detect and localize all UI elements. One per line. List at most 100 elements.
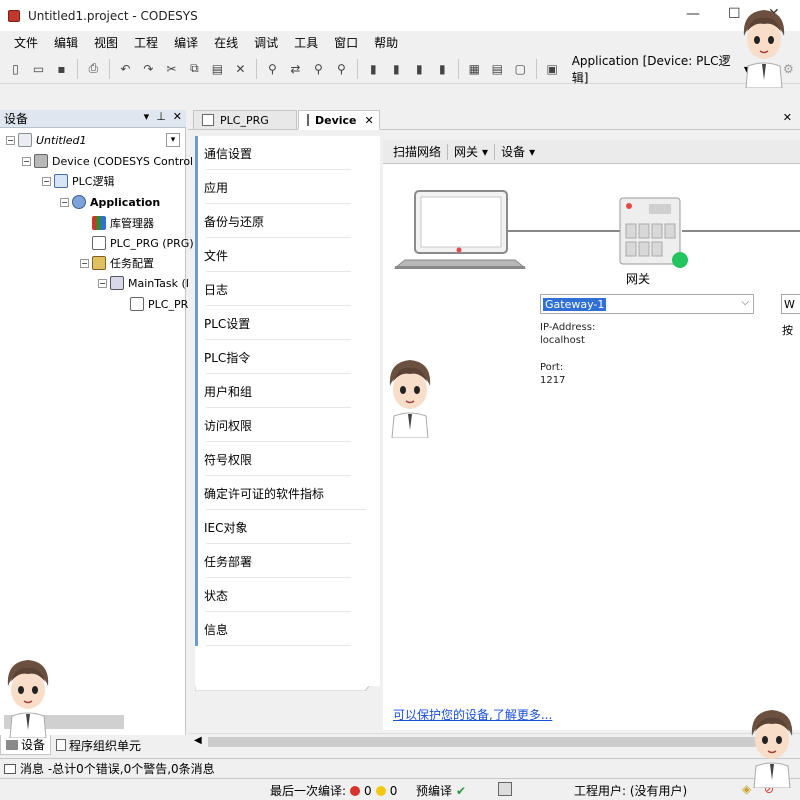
nav-access-rights[interactable]: 访问权限 bbox=[195, 408, 355, 442]
delete-icon[interactable]: ✕ bbox=[231, 59, 250, 79]
scroll-left-icon[interactable]: ◀ bbox=[194, 735, 202, 746]
add-object-icon[interactable]: ▤ bbox=[488, 59, 507, 79]
properties-icon[interactable]: ▢ bbox=[511, 59, 530, 79]
protect-device-link[interactable]: 可以保护您的设备,了解更多... bbox=[393, 706, 552, 723]
collapse-icon[interactable]: − bbox=[80, 258, 89, 268]
scan-network-button[interactable]: 扫描网络 bbox=[387, 143, 447, 160]
tree-row-device[interactable]: − Device (CODESYS Control W bbox=[22, 151, 207, 171]
bookmark-icon[interactable]: ▮ bbox=[364, 59, 383, 79]
active-application-selector[interactable]: Application [Device: PLC逻辑] ▾ bbox=[568, 52, 754, 86]
new-file-icon[interactable]: ▯ bbox=[6, 59, 25, 79]
nav-applications[interactable]: 应用 bbox=[195, 170, 355, 204]
tree-label: Device (CODESYS Control W bbox=[52, 154, 208, 168]
tab-label: 程序组织单元 bbox=[69, 738, 142, 753]
nav-backup-restore[interactable]: 备份与还原 bbox=[195, 204, 355, 238]
editor-horizontal-scrollbar[interactable]: ◀ bbox=[188, 733, 800, 749]
tree-dropdown-icon[interactable]: ▾ bbox=[166, 133, 180, 147]
nav-licensed-software-metrics[interactable]: 确定许可证的软件指标 bbox=[195, 476, 370, 510]
collapse-icon[interactable]: − bbox=[6, 135, 15, 145]
tree-label: PLC逻辑 bbox=[72, 175, 115, 188]
menu-window[interactable]: 窗口 bbox=[326, 34, 366, 51]
redo-icon[interactable]: ↷ bbox=[139, 59, 158, 79]
find-icon[interactable]: ⚲ bbox=[263, 59, 282, 79]
bookmark-prev-icon[interactable]: ▮ bbox=[410, 59, 429, 79]
tree-row-task-config[interactable]: − 任务配置 bbox=[80, 253, 154, 273]
online-config-icon[interactable] bbox=[498, 782, 512, 796]
tab-close-icon[interactable]: ✕ bbox=[365, 114, 374, 127]
collapse-icon[interactable]: − bbox=[42, 176, 51, 186]
tab-plc-prg[interactable]: PLC_PRG bbox=[193, 110, 297, 130]
tree-row-project[interactable]: − Untitled1 ▾ bbox=[6, 130, 182, 150]
device-config-icon[interactable]: ▦ bbox=[465, 59, 484, 79]
tree-label: 任务配置 bbox=[110, 257, 154, 270]
print-icon[interactable]: ⎙ bbox=[84, 59, 103, 79]
copy-icon[interactable]: ⧉ bbox=[185, 59, 204, 79]
tab-device[interactable]: Device ✕ bbox=[298, 110, 380, 130]
tree-row-program-call[interactable]: PLC_PR bbox=[130, 294, 188, 314]
find-next-icon[interactable]: ⚲ bbox=[332, 59, 351, 79]
bookmark-next-icon[interactable]: ▮ bbox=[387, 59, 406, 79]
nav-plc-settings[interactable]: PLC设置 bbox=[195, 306, 355, 340]
collapse-icon[interactable]: − bbox=[60, 197, 69, 207]
scrollbar-thumb[interactable] bbox=[208, 737, 768, 747]
computer-icon[interactable] bbox=[393, 190, 527, 269]
nav-task-deployment[interactable]: 任务部署 bbox=[195, 544, 355, 578]
gateway-menu-button[interactable]: 网关 ▾ bbox=[448, 143, 494, 160]
nav-symbol-rights[interactable]: 符号权限 bbox=[195, 442, 355, 476]
cut-icon[interactable]: ✂ bbox=[162, 59, 181, 79]
nav-log[interactable]: 日志 bbox=[195, 272, 355, 306]
collapse-icon[interactable]: − bbox=[98, 278, 107, 288]
pin-icon[interactable]: ⊥ bbox=[156, 110, 166, 123]
tree-label: Application bbox=[90, 195, 161, 209]
gateway-device-icon[interactable] bbox=[619, 197, 681, 265]
warning-icon bbox=[375, 785, 386, 796]
devices-tab-icon bbox=[6, 739, 18, 750]
menu-online[interactable]: 在线 bbox=[206, 34, 246, 51]
nav-plc-shell[interactable]: PLC指令 bbox=[195, 340, 355, 374]
nav-iec-objects[interactable]: IEC对象 bbox=[195, 510, 355, 544]
collapse-icon[interactable]: − bbox=[22, 156, 31, 166]
message-bar[interactable]: 消息 -总计0个错误,0个警告,0条消息 bbox=[0, 758, 800, 778]
menu-build[interactable]: 编译 bbox=[166, 34, 206, 51]
menu-help[interactable]: 帮助 bbox=[366, 34, 406, 51]
panel-menu-icon[interactable]: ▾ bbox=[144, 110, 150, 123]
find-in-project-icon[interactable]: ⚲ bbox=[309, 59, 328, 79]
nav-status[interactable]: 状态 bbox=[195, 578, 355, 612]
tab-pou[interactable]: 程序组织单元 bbox=[51, 735, 146, 755]
save-icon[interactable]: ▪ bbox=[52, 59, 71, 79]
menu-file[interactable]: 文件 bbox=[6, 34, 46, 51]
replace-icon[interactable]: ⇄ bbox=[286, 59, 305, 79]
tree-row-plc-logic[interactable]: − PLC逻辑 bbox=[42, 171, 114, 191]
nav-files[interactable]: 文件 bbox=[195, 238, 355, 272]
error-icon bbox=[350, 785, 361, 796]
undo-icon[interactable]: ↶ bbox=[116, 59, 135, 79]
menu-view[interactable]: 视图 bbox=[86, 34, 126, 51]
device-menu-button[interactable]: 设备 ▾ bbox=[495, 143, 541, 160]
tree-row-application[interactable]: − Application bbox=[60, 192, 160, 212]
close-all-tabs-icon[interactable]: ✕ bbox=[783, 111, 792, 124]
nav-communication-settings[interactable]: 通信设置 bbox=[195, 136, 355, 170]
menu-tools[interactable]: 工具 bbox=[286, 34, 326, 51]
comm-toolbar: 扫描网络 网关 ▾ 设备 ▾ bbox=[383, 140, 800, 164]
menu-edit[interactable]: 编辑 bbox=[46, 34, 86, 51]
gateway-selected-value: Gateway-1 bbox=[543, 297, 607, 311]
application-icon[interactable]: ▣ bbox=[543, 59, 562, 79]
tab-devices[interactable]: 设备 bbox=[0, 735, 52, 755]
tree-row-maintask[interactable]: − MainTask (I bbox=[98, 273, 189, 293]
menu-project[interactable]: 工程 bbox=[126, 34, 166, 51]
open-folder-icon[interactable]: ▭ bbox=[29, 59, 48, 79]
panel-close-icon[interactable]: ✕ bbox=[173, 110, 182, 123]
task-config-icon bbox=[92, 256, 106, 270]
precompile-status[interactable]: 预编译 ✔ bbox=[416, 782, 466, 799]
nav-users-groups[interactable]: 用户和组 bbox=[195, 374, 355, 408]
nav-information[interactable]: 信息 bbox=[195, 612, 355, 646]
device-select[interactable]: W bbox=[781, 294, 800, 314]
paste-icon[interactable]: ▤ bbox=[208, 59, 227, 79]
toolbar-separator bbox=[356, 58, 358, 79]
menu-debug[interactable]: 调试 bbox=[246, 34, 286, 51]
minimize-button[interactable]: — bbox=[686, 6, 700, 22]
tree-row-library-manager[interactable]: 库管理器 bbox=[92, 213, 154, 233]
gateway-select[interactable]: Gateway-1 ⌵ bbox=[540, 294, 754, 314]
tree-row-plc-prg[interactable]: PLC_PRG (PRG) bbox=[92, 233, 194, 253]
bookmark-clear-icon[interactable]: ▮ bbox=[433, 59, 452, 79]
